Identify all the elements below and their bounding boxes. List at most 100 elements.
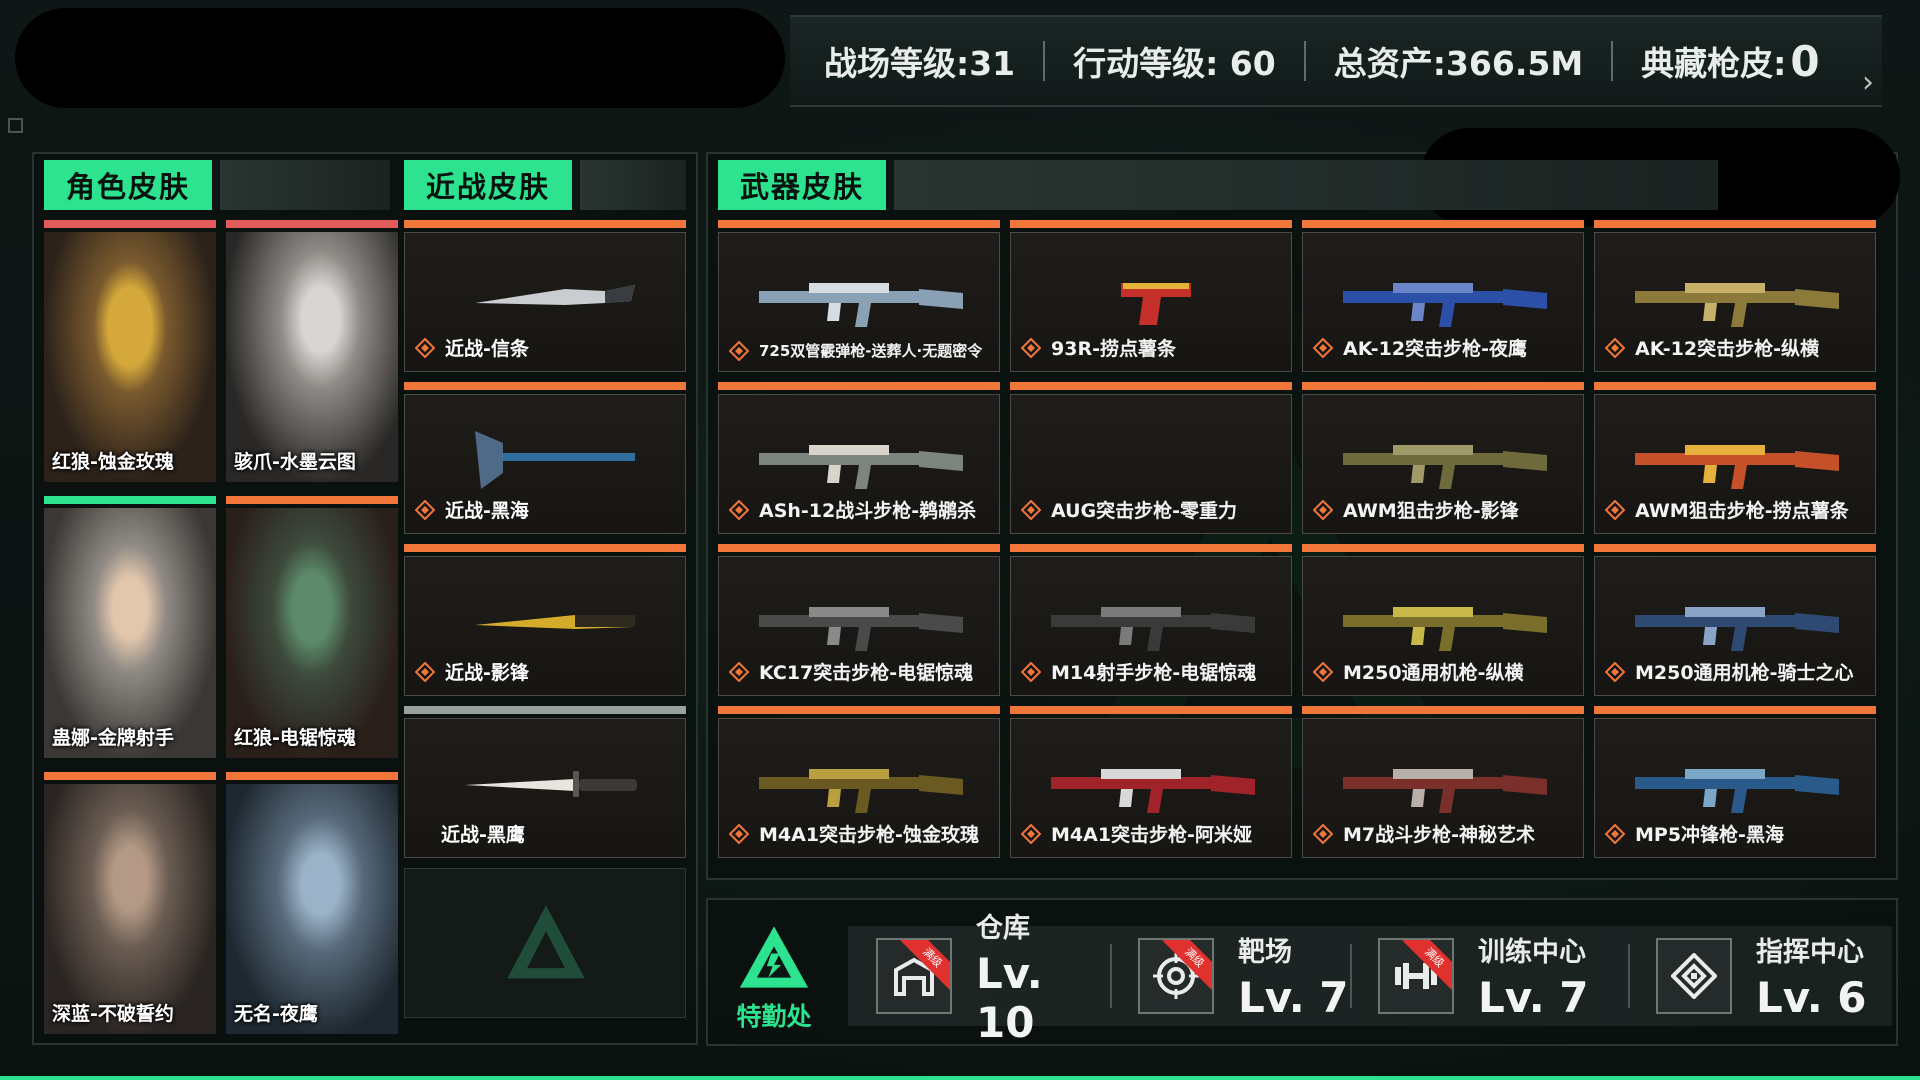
weapon-label-row: AWM狙击步枪-捞点薯条 bbox=[1605, 496, 1849, 523]
weapon-label: M250通用机枪-纵横 bbox=[1343, 662, 1524, 684]
melee-card-box: 近战-黑海 bbox=[404, 394, 686, 534]
weapon-card-box: 725双管霰弹枪-送葬人·无题密令 bbox=[718, 232, 1000, 372]
facility-name: 靶场 bbox=[1238, 937, 1292, 968]
rarity-bar bbox=[1302, 706, 1584, 714]
rarity-bar bbox=[404, 220, 686, 228]
weapon-label-row: AWM狙击步枪-影锋 bbox=[1313, 496, 1519, 523]
rarity-bar bbox=[718, 382, 1000, 390]
rarity-diamond-icon bbox=[1313, 499, 1333, 520]
weapon-card-box: AWM狙击步枪-捞点薯条 bbox=[1594, 394, 1876, 534]
dumbbell-icon: 满级 bbox=[1378, 938, 1454, 1014]
rarity-bar bbox=[404, 706, 686, 714]
weapon-skin-card[interactable]: M14射手步枪-电锯惊魂 bbox=[1010, 544, 1292, 696]
weapon-label-row: ASh-12战斗步枪-鹈鹕杀 bbox=[729, 496, 976, 523]
melee-card[interactable]: 近战-信条 bbox=[404, 220, 686, 372]
character-card[interactable]: 深蓝-不破誓约 bbox=[44, 772, 216, 1034]
weapon-label: MP5冲锋枪-黑海 bbox=[1635, 824, 1784, 846]
weapon-card-box: M4A1突击步枪-阿米娅 bbox=[1010, 718, 1292, 858]
rarity-diamond-icon bbox=[415, 337, 435, 358]
weapon-skin-card[interactable]: AUG突击步枪-零重力 bbox=[1010, 382, 1292, 534]
character-card[interactable]: 红狼-电锯惊魂 bbox=[226, 496, 398, 758]
rarity-bar bbox=[1010, 382, 1292, 390]
character-card[interactable]: 骇爪-水墨云图 bbox=[226, 220, 398, 482]
tab-melee-skins[interactable]: 近战皮肤 bbox=[404, 160, 581, 210]
character-card[interactable]: 蛊娜-金牌射手 bbox=[44, 496, 216, 758]
weapon-skin-card[interactable]: AWM狙击步枪-影锋 bbox=[1302, 382, 1584, 534]
rarity-bar bbox=[718, 220, 1000, 228]
weapon-label-row: M14射手步枪-电锯惊魂 bbox=[1021, 658, 1256, 685]
character-card[interactable]: 红狼-蚀金玫瑰 bbox=[44, 220, 216, 482]
facility-training-center[interactable]: 满级 训练中心 Lv. 7 bbox=[1350, 926, 1628, 1026]
rarity-bar bbox=[404, 544, 686, 552]
character-portrait bbox=[226, 232, 398, 482]
rarity-bar bbox=[1010, 706, 1292, 714]
rarity-diamond-icon bbox=[1605, 499, 1625, 520]
logo-placeholder-icon bbox=[507, 905, 585, 979]
weapon-label-row: M250通用机枪-骑士之心 bbox=[1605, 658, 1853, 685]
character-portrait bbox=[44, 508, 216, 758]
weapon-label-row: M250通用机枪-纵横 bbox=[1313, 658, 1523, 685]
weapon-label: M4A1突击步枪-阿米娅 bbox=[1051, 824, 1252, 846]
weapon-label: M250通用机枪-骑士之心 bbox=[1635, 662, 1854, 684]
battlefield-level: 战场等级:31 bbox=[824, 44, 1016, 83]
chevron-right-icon[interactable]: › bbox=[1862, 65, 1874, 100]
weapon-skin-card[interactable]: KC17突击步枪-电锯惊魂 bbox=[718, 544, 1000, 696]
weapon-icon bbox=[1343, 769, 1547, 813]
facility-level: Lv. 10 bbox=[976, 948, 1043, 1047]
facilities-bar: 满级 仓库 Lv. 10 满级 靶场 Lv. 7 满级 训练中心 Lv. 7 指… bbox=[848, 913, 1892, 1047]
weapon-skin-card[interactable]: 93R-捞点薯条 bbox=[1010, 220, 1292, 372]
weapon-skin-card[interactable]: M250通用机枪-骑士之心 bbox=[1594, 544, 1876, 696]
character-card[interactable]: 无名-夜鹰 bbox=[226, 772, 398, 1034]
weapon-skin-card[interactable]: M7战斗步枪-神秘艺术 bbox=[1302, 706, 1584, 858]
melee-card-box: 近战-信条 bbox=[404, 232, 686, 372]
rarity-bar bbox=[404, 382, 686, 390]
weapon-skin-card[interactable]: M250通用机枪-纵横 bbox=[1302, 544, 1584, 696]
weapon-label: AK-12突击步枪-纵横 bbox=[1635, 338, 1819, 360]
rarity-bar bbox=[44, 220, 216, 228]
special-ops-label: 特勤处 bbox=[736, 1002, 812, 1031]
weapon-skin-card[interactable]: AWM狙击步枪-捞点薯条 bbox=[1594, 382, 1876, 534]
weapon-skin-card[interactable]: M4A1突击步枪-阿米娅 bbox=[1010, 706, 1292, 858]
weapon-skin-card[interactable]: 725双管霰弹枪-送葬人·无题密令 bbox=[718, 220, 1000, 372]
weapon-label: M4A1突击步枪-蚀金玫瑰 bbox=[759, 824, 979, 846]
weapon-label-row: KC17突击步枪-电锯惊魂 bbox=[729, 658, 973, 685]
melee-card[interactable]: 近战-黑海 bbox=[404, 382, 686, 534]
rarity-diamond-icon bbox=[1021, 661, 1041, 682]
character-portrait bbox=[226, 784, 398, 1034]
weapon-skin-card[interactable]: MP5冲锋枪-黑海 bbox=[1594, 706, 1876, 858]
tab-weapon-skins[interactable]: 武器皮肤 bbox=[718, 160, 895, 210]
weapon-card-box: M250通用机枪-纵横 bbox=[1302, 556, 1584, 696]
facility-level: Lv. 7 bbox=[1478, 973, 1589, 1022]
facility-command-center[interactable]: 指挥中心 Lv. 6 bbox=[1628, 926, 1892, 1026]
weapon-card-box: M14射手步枪-电锯惊魂 bbox=[1010, 556, 1292, 696]
character-label: 深蓝-不破誓约 bbox=[52, 1003, 174, 1025]
rarity-diamond-icon bbox=[1605, 337, 1625, 358]
facility-warehouse[interactable]: 满级 仓库 Lv. 10 bbox=[848, 913, 1110, 1047]
weapon-skin-card[interactable]: M4A1突击步枪-蚀金玫瑰 bbox=[718, 706, 1000, 858]
melee-label: 近战-黑海 bbox=[445, 500, 529, 522]
weapon-label: AWM狙击步枪-捞点薯条 bbox=[1635, 500, 1849, 522]
weapon-skin-card[interactable]: AK-12突击步枪-夜鹰 bbox=[1302, 220, 1584, 372]
special-ops-logo[interactable]: 特勤处 bbox=[734, 925, 814, 1035]
weapon-label-row: M4A1突击步枪-阿米娅 bbox=[1021, 820, 1252, 847]
facility-level: Lv. 6 bbox=[1756, 973, 1867, 1022]
weapon-icon bbox=[759, 445, 963, 489]
weapon-card-box: AK-12突击步枪-夜鹰 bbox=[1302, 232, 1584, 372]
weapon-skin-card[interactable]: AK-12突击步枪-纵横 bbox=[1594, 220, 1876, 372]
weapon-icon bbox=[1635, 283, 1839, 327]
total-assets: 总资产:366.5M bbox=[1333, 44, 1584, 83]
weapon-skin-card[interactable]: ASh-12战斗步枪-鹈鹕杀 bbox=[718, 382, 1000, 534]
knife-icon bbox=[475, 615, 635, 629]
rarity-bar bbox=[1010, 220, 1292, 228]
weapon-icon bbox=[1051, 607, 1255, 651]
character-label: 无名-夜鹰 bbox=[234, 1003, 318, 1025]
facility-range[interactable]: 满级 靶场 Lv. 7 bbox=[1110, 926, 1350, 1026]
tab-character-skins[interactable]: 角色皮肤 bbox=[44, 160, 221, 210]
character-label: 骇爪-水墨云图 bbox=[234, 451, 356, 473]
melee-card[interactable]: 近战-黑鹰 bbox=[404, 706, 686, 858]
weapon-icon bbox=[1121, 283, 1191, 325]
weapon-card-box: M4A1突击步枪-蚀金玫瑰 bbox=[718, 718, 1000, 858]
knife-icon bbox=[465, 771, 637, 797]
melee-card[interactable]: 近战-影锋 bbox=[404, 544, 686, 696]
rarity-diamond-icon bbox=[729, 823, 749, 844]
